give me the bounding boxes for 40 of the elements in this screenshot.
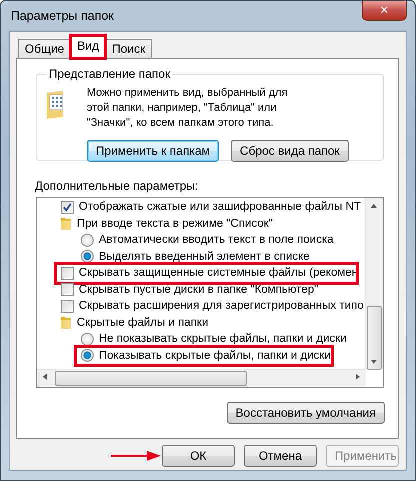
dialog-button[interactable]: Отмена	[244, 445, 317, 467]
scroll-thumb[interactable]	[55, 371, 247, 386]
apply-button[interactable]: Применить к папкам	[87, 140, 220, 162]
radio-button[interactable]	[81, 234, 94, 247]
tab[interactable]: Поиск	[105, 39, 152, 58]
tab[interactable]: Вид	[70, 36, 106, 59]
radio-button[interactable]	[81, 349, 94, 362]
checkbox[interactable]	[61, 300, 74, 313]
option-label: Автоматически вводить текст в поле поиска	[99, 234, 334, 246]
checkbox[interactable]	[61, 283, 74, 296]
scroll-down-icon[interactable]	[371, 360, 377, 364]
scroll-right-icon[interactable]	[356, 374, 360, 380]
radio-button[interactable]	[81, 332, 94, 346]
section-label: Дополнительные параметры:	[35, 179, 200, 193]
dialog-button[interactable]: ОК	[162, 445, 235, 467]
option-label: Выделять введенный элемент в списке	[99, 250, 310, 263]
scroll-left-icon[interactable]	[43, 374, 47, 380]
description: Можно применить вид, выбранный для этой папки, например, "Таблица" или "Значки", ко всем папкам этого типа.	[87, 86, 289, 131]
checkbox[interactable]	[61, 200, 74, 214]
folder-icon	[61, 217, 71, 230]
apply-button[interactable]: Сброс вида папок	[231, 140, 349, 162]
group-title: Представление папок	[48, 67, 172, 81]
option-label: Отображать сжатые или зашифрованные файлы NT	[79, 201, 362, 214]
folder-icon	[61, 316, 71, 330]
vertical-scrollbar[interactable]	[365, 198, 383, 370]
option-label: При вводе текста в режиме "Список"	[77, 218, 273, 230]
restore-button[interactable]: Восстановить умолчания	[226, 402, 385, 424]
option-label: Скрывать пустые диски в папке "Компьютер"	[79, 284, 318, 296]
close-button[interactable]: ✕	[362, 1, 407, 21]
option-label: Не показывать скрытые файлы, папки и диски	[99, 333, 347, 346]
option-label: Скрытые файлы и папки	[77, 316, 208, 329]
window-title: Параметры папок	[10, 9, 116, 23]
option-label: Показывать скрытые файлы, папки и диски	[99, 350, 331, 362]
horizontal-scrollbar[interactable]	[37, 369, 366, 387]
radio-button[interactable]	[81, 250, 94, 264]
scroll-thumb[interactable]	[367, 306, 382, 370]
tab[interactable]: Общие	[18, 39, 72, 58]
scroll-up-icon[interactable]	[371, 204, 377, 208]
option-label: Скрывать расширения для зарегистрированных типо	[79, 300, 364, 312]
checkbox[interactable]	[61, 266, 74, 280]
